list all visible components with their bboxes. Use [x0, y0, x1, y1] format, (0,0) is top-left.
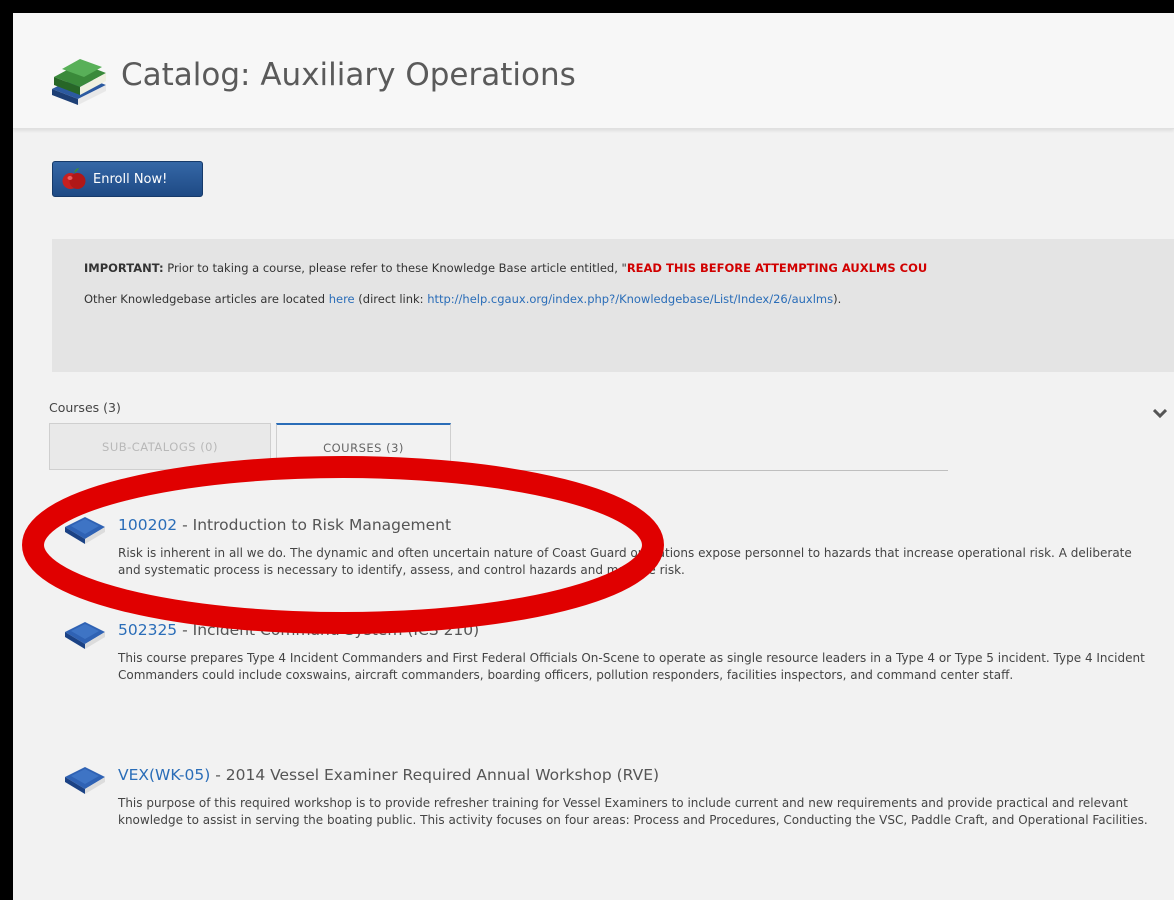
- course-name: - Introduction to Risk Management: [177, 516, 452, 534]
- chevron-down-icon[interactable]: [1152, 404, 1168, 423]
- course-book-icon: [63, 618, 107, 656]
- knowledgebase-here-link[interactable]: here: [329, 292, 355, 306]
- courses-count: Courses (3): [49, 400, 121, 415]
- course-book-icon: [63, 513, 107, 551]
- notice-line-end: ).: [833, 292, 842, 306]
- catalog-tabs: SUB-CATALOGS (0) COURSES (3): [49, 423, 949, 471]
- enroll-now-button[interactable]: Enroll Now!: [52, 161, 203, 197]
- page-header: Catalog: Auxiliary Operations: [13, 13, 1174, 129]
- course-title: 100202 - Introduction to Risk Management: [118, 516, 451, 534]
- notice-important-label: IMPORTANT:: [84, 261, 164, 275]
- knowledgebase-direct-link[interactable]: http://help.cgaux.org/index.php?/Knowled…: [427, 292, 833, 306]
- catalog-books-icon: [48, 55, 110, 115]
- enroll-now-label: Enroll Now!: [93, 171, 168, 187]
- course-description: Risk is inherent in all we do. The dynam…: [118, 546, 1132, 577]
- course-name: - 2014 Vessel Examiner Required Annual W…: [210, 766, 660, 784]
- notice-line-1: IMPORTANT: Prior to taking a course, ple…: [84, 261, 1174, 275]
- notice-line-2: Other Knowledgebase articles are located…: [84, 292, 1174, 306]
- course-title: VEX(WK-05) - 2014 Vessel Examiner Requir…: [118, 766, 659, 784]
- notice-text: Prior to taking a course, please refer t…: [163, 261, 627, 275]
- notice-direct-link-text: (direct link:: [354, 292, 428, 306]
- course-code-link[interactable]: 502325: [118, 621, 177, 639]
- notice-other-text: Other Knowledgebase articles are located: [84, 292, 329, 306]
- tab-divider: [451, 470, 948, 471]
- page-frame: Catalog: Auxiliary Operations Enroll Now…: [13, 13, 1174, 900]
- course-book-icon: [63, 763, 107, 801]
- apple-icon: [62, 167, 86, 195]
- tab-sub-catalogs[interactable]: SUB-CATALOGS (0): [49, 423, 271, 470]
- page-title: Catalog: Auxiliary Operations: [121, 57, 576, 93]
- course-code-link[interactable]: VEX(WK-05): [118, 766, 210, 784]
- course-description: This purpose of this required workshop i…: [118, 796, 1148, 827]
- course-code-link[interactable]: 100202: [118, 516, 177, 534]
- important-notice: IMPORTANT: Prior to taking a course, ple…: [52, 239, 1174, 372]
- course-description: This course prepares Type 4 Incident Com…: [118, 651, 1145, 682]
- notice-article-title[interactable]: READ THIS BEFORE ATTEMPTING AUXLMS COU: [627, 261, 927, 275]
- course-name: - Incident Command System (ICS 210): [177, 621, 480, 639]
- tab-courses[interactable]: COURSES (3): [276, 423, 451, 471]
- course-title: 502325 - Incident Command System (ICS 21…: [118, 621, 479, 639]
